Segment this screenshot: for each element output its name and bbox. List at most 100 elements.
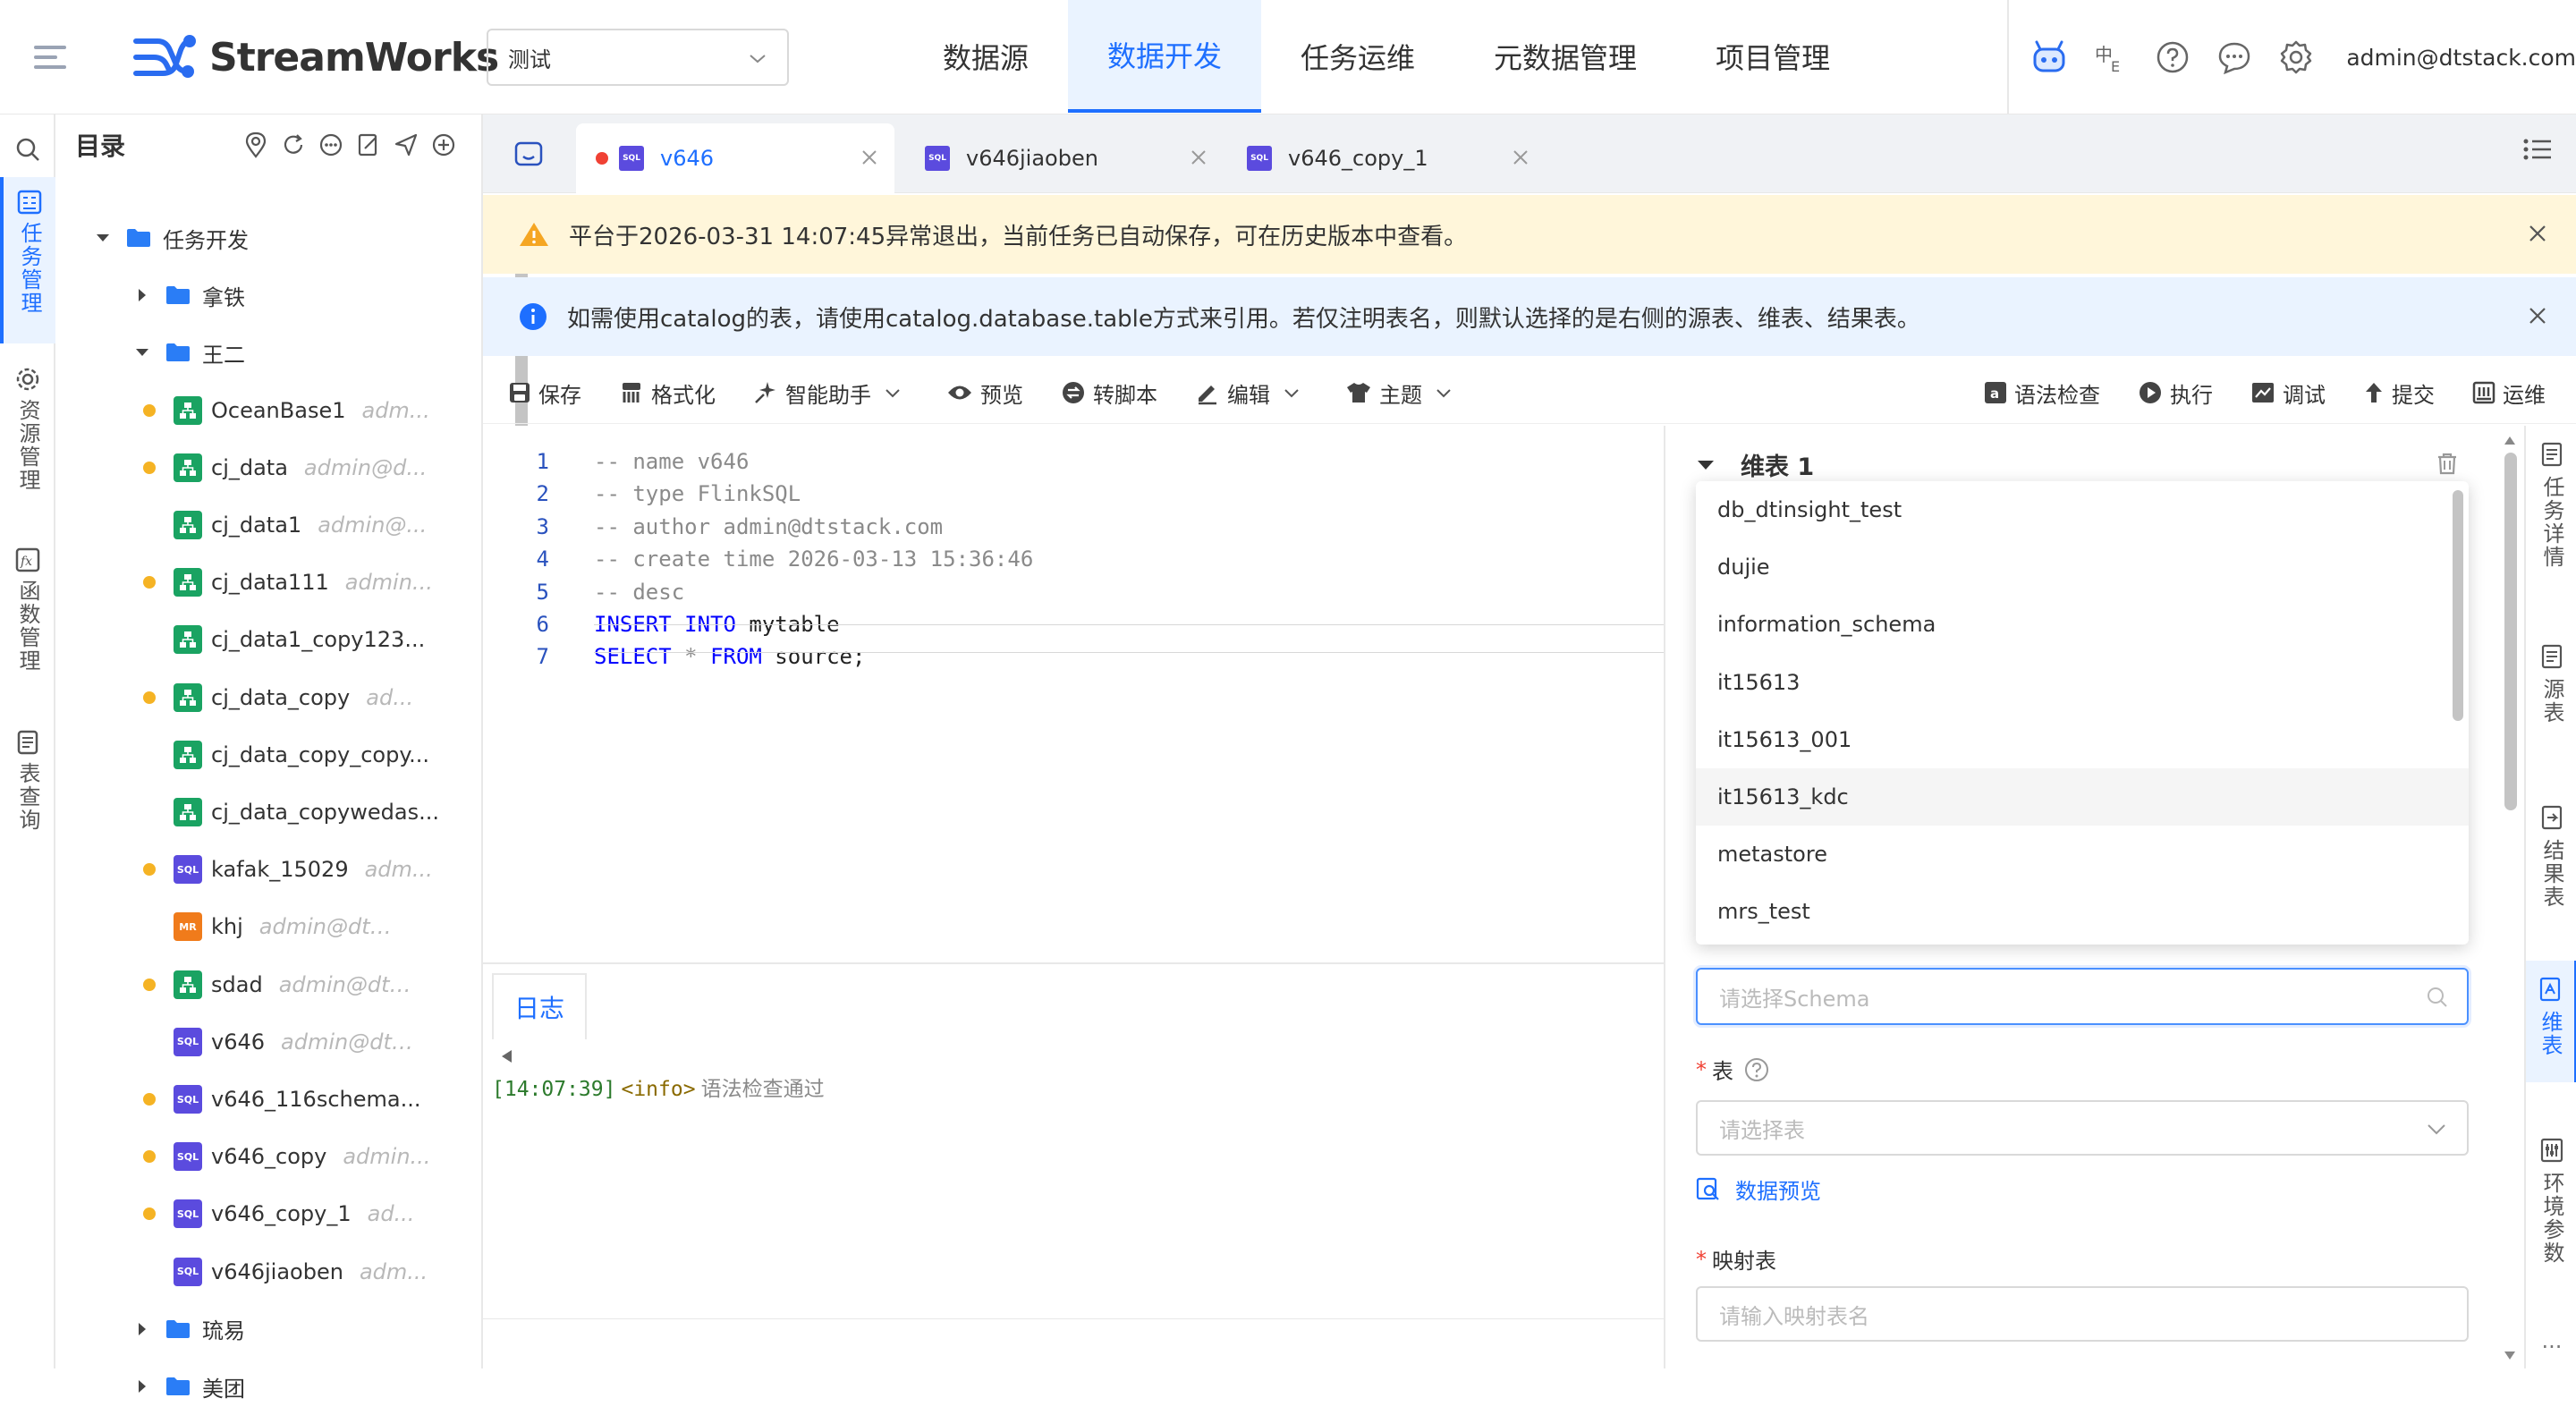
- data-preview-link[interactable]: 数据预览: [1696, 1174, 1821, 1205]
- tab-v646jiaoben[interactable]: SQL v646jiaoben: [905, 123, 1224, 193]
- help-icon[interactable]: [2150, 34, 2194, 80]
- theme-button[interactable]: 主题: [1345, 377, 1460, 409]
- rail-item-task-details[interactable]: 任务详情: [2526, 442, 2576, 594]
- tree-task-item[interactable]: MR khj admin@dtsta...: [55, 898, 458, 955]
- help-icon[interactable]: [1744, 1057, 1769, 1082]
- schema-option[interactable]: metastore: [1696, 826, 2469, 883]
- tree-task-item[interactable]: SQL v646_copy_1 ad...: [55, 1185, 458, 1242]
- more-circle-icon[interactable]: [313, 127, 349, 163]
- edit-note-icon[interactable]: [351, 127, 386, 163]
- submit-button[interactable]: 提交: [2363, 377, 2435, 409]
- tab-list-menu-icon[interactable]: [2522, 136, 2553, 163]
- schema-option[interactable]: it15613_kdc: [1696, 768, 2469, 826]
- tab-v646-copy-1[interactable]: SQL v646_copy_1: [1227, 123, 1546, 193]
- tree-folder[interactable]: 美团: [55, 1358, 458, 1415]
- caret-right-icon[interactable]: [132, 1379, 152, 1394]
- close-icon[interactable]: [859, 147, 880, 168]
- tree-task-item[interactable]: cj_data_copy_copy...: [55, 726, 458, 784]
- tree-task-item[interactable]: cj_data1_copy123...: [55, 611, 458, 668]
- format-button[interactable]: 格式化: [619, 377, 716, 409]
- caret-down-icon[interactable]: [132, 347, 152, 358]
- edit-button[interactable]: 编辑: [1195, 377, 1308, 409]
- nav-item-datasource[interactable]: 数据源: [903, 0, 1068, 113]
- config-scrollbar[interactable]: [2499, 426, 2521, 1368]
- preview-button[interactable]: 预览: [946, 377, 1023, 409]
- close-icon[interactable]: [1510, 147, 1531, 168]
- nav-item-task-ops[interactable]: 任务运维: [1261, 0, 1454, 113]
- close-icon[interactable]: [2526, 222, 2549, 245]
- tree-task-item[interactable]: SQL v646_116schema...: [55, 1071, 458, 1128]
- tree-task-item[interactable]: cj_data111 admin...: [55, 554, 458, 611]
- dropdown-scrollbar-thumb[interactable]: [2453, 490, 2463, 721]
- rail-item-task-management[interactable]: 任务管理: [0, 177, 55, 343]
- collapse-arrow-icon[interactable]: [499, 1048, 513, 1064]
- tree-task-item[interactable]: sdad admin@dtst...: [55, 956, 458, 1013]
- logo[interactable]: StreamWorks: [131, 25, 499, 89]
- rail-search[interactable]: [0, 127, 55, 172]
- message-icon[interactable]: [2212, 34, 2256, 80]
- tree-task-item[interactable]: OceanBase1 adm...: [55, 382, 458, 439]
- tree-task-item[interactable]: SQL v646jiaoben adm...: [55, 1243, 458, 1301]
- schema-option[interactable]: it15613_001: [1696, 711, 2469, 768]
- code-editor[interactable]: 1 -- name v646 2 -- type FlinkSQL 3 -- author…: [483, 426, 1664, 962]
- rail-item-function-management[interactable]: fx 函数管理: [0, 538, 55, 708]
- smart-assistant-button[interactable]: 智能助手: [753, 377, 909, 409]
- rail-item-env-params[interactable]: 环境参数: [2526, 1138, 2576, 1290]
- home-tab[interactable]: [483, 114, 574, 193]
- nav-item-project[interactable]: 项目管理: [1676, 0, 1869, 113]
- schema-option[interactable]: information_schema: [1696, 596, 2469, 653]
- close-icon[interactable]: [1188, 147, 1209, 168]
- nav-item-metadata[interactable]: 元数据管理: [1454, 0, 1676, 113]
- rail-item-dimension-table[interactable]: 维表: [2526, 961, 2576, 1082]
- project-select[interactable]: 测试: [487, 29, 789, 86]
- rail-item-table-query[interactable]: 表查询: [0, 721, 55, 864]
- tree-task-item[interactable]: cj_data_copywedas...: [55, 784, 458, 841]
- refresh-icon[interactable]: [275, 127, 311, 163]
- syntax-check-button[interactable]: a 语法检查: [1984, 377, 2100, 409]
- settings-gear-icon[interactable]: [2274, 34, 2318, 80]
- tree-task-item[interactable]: cj_data_copy ad...: [55, 669, 458, 726]
- tree-folder[interactable]: 任务开发: [55, 209, 458, 267]
- debug-button[interactable]: 调试: [2250, 377, 2326, 409]
- user-email[interactable]: admin@dtstack.com: [2346, 45, 2576, 71]
- send-icon[interactable]: [388, 127, 424, 163]
- caret-down-icon[interactable]: [93, 233, 113, 243]
- tree-task-item[interactable]: cj_data admin@d...: [55, 439, 458, 496]
- mapping-table-input[interactable]: 请输入映射表名: [1696, 1286, 2469, 1342]
- menu-icon[interactable]: [32, 39, 68, 75]
- tree-task-item[interactable]: SQL v646_copy admin...: [55, 1128, 458, 1185]
- rail-item-result-table[interactable]: 结果表: [2526, 805, 2576, 925]
- table-select[interactable]: 请选择表: [1696, 1100, 2469, 1156]
- save-button[interactable]: 保存: [508, 377, 581, 409]
- schema-option[interactable]: it15613: [1696, 654, 2469, 711]
- convert-script-button[interactable]: 转脚本: [1061, 377, 1157, 409]
- tree-task-item[interactable]: SQL kafak_15029 adm...: [55, 841, 458, 898]
- schema-option[interactable]: dujie: [1696, 538, 2469, 596]
- tab-v646[interactable]: SQL v646: [576, 123, 894, 193]
- nav-item-data-development[interactable]: 数据开发: [1068, 0, 1262, 113]
- schema-option[interactable]: mrs_test: [1696, 883, 2469, 940]
- tree-folder[interactable]: 拿铁: [55, 267, 458, 324]
- more-icon[interactable]: ...: [2526, 1327, 2576, 1354]
- section-header[interactable]: 维表 1: [1696, 447, 1814, 482]
- schema-option[interactable]: db_dtinsight_test: [1696, 481, 2469, 538]
- locate-icon[interactable]: [238, 127, 274, 163]
- schema-search-input[interactable]: 请选择Schema: [1696, 968, 2469, 1025]
- add-circle-icon[interactable]: [426, 127, 462, 163]
- tree-task-item[interactable]: SQL v646 admin@dtst...: [55, 1013, 458, 1071]
- rail-item-resource-management[interactable]: 资源管理: [0, 358, 55, 528]
- close-icon[interactable]: [2526, 304, 2549, 327]
- log-tab[interactable]: 日志: [492, 973, 587, 1039]
- tree-folder[interactable]: 琉易: [55, 1301, 458, 1358]
- run-button[interactable]: 执行: [2138, 377, 2213, 409]
- tree-folder[interactable]: 王二: [55, 324, 458, 381]
- ops-button[interactable]: 运维: [2472, 377, 2546, 409]
- scrollbar-thumb[interactable]: [2504, 453, 2517, 810]
- robot-assistant-icon[interactable]: [2027, 34, 2071, 80]
- caret-right-icon[interactable]: [132, 288, 152, 302]
- caret-right-icon[interactable]: [132, 1322, 152, 1336]
- tree-task-item[interactable]: cj_data1 admin@...: [55, 496, 458, 554]
- language-switch-icon[interactable]: 中E: [2089, 34, 2132, 80]
- trash-icon[interactable]: [2435, 451, 2460, 476]
- rail-item-source-table[interactable]: 源表: [2526, 644, 2576, 742]
